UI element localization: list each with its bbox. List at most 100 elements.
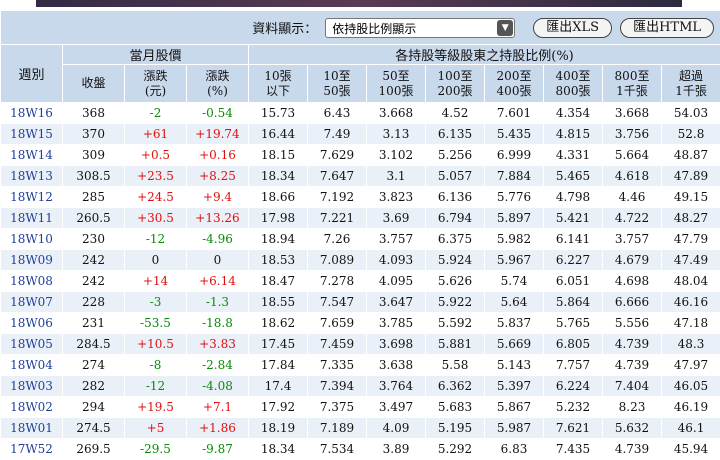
holding-ratio-cell: 3.668 bbox=[367, 103, 426, 124]
holding-ratio-cell: 5.867 bbox=[485, 397, 544, 418]
price-change-cell: -12 bbox=[125, 376, 187, 397]
column-header-line2: 1千張 bbox=[603, 84, 661, 99]
export-html-button[interactable]: 匯出HTML bbox=[620, 18, 714, 38]
holding-ratio-cell: 4.618 bbox=[603, 166, 662, 187]
column-header-line2: (%) bbox=[187, 84, 248, 99]
price-change-cell: -12 bbox=[125, 229, 187, 250]
holding-ratio-cell: 18.53 bbox=[249, 250, 308, 271]
holding-ratio-cell: 6.83 bbox=[485, 439, 544, 460]
column-header: 漲跌(%) bbox=[187, 65, 249, 103]
week-link[interactable]: 18W15 bbox=[1, 124, 63, 145]
holding-ratio-cell: 46.16 bbox=[662, 292, 720, 313]
holding-ratio-cell: 4.09 bbox=[367, 418, 426, 439]
close-price-cell: 274 bbox=[63, 355, 125, 376]
column-header-line1: 800至 bbox=[603, 69, 661, 84]
week-link[interactable]: 18W12 bbox=[1, 187, 63, 208]
week-link[interactable]: 18W10 bbox=[1, 229, 63, 250]
week-link[interactable]: 18W06 bbox=[1, 313, 63, 334]
holding-ratio-cell: 3.497 bbox=[367, 397, 426, 418]
price-change-pct-cell: +3.83 bbox=[187, 334, 249, 355]
top-banner-strip bbox=[36, 0, 682, 7]
holding-ratio-cell: 4.093 bbox=[367, 250, 426, 271]
holding-ratio-cell: 7.629 bbox=[308, 145, 367, 166]
week-link[interactable]: 18W13 bbox=[1, 166, 63, 187]
holding-ratio-header: 各持股等級股東之持股比例(%) bbox=[249, 45, 720, 65]
display-mode-select[interactable]: 依持股比例顯示 ▼ bbox=[325, 18, 515, 38]
week-link[interactable]: 18W16 bbox=[1, 103, 63, 124]
price-change-cell: +24.5 bbox=[125, 187, 187, 208]
holding-ratio-cell: 5.664 bbox=[603, 145, 662, 166]
holding-ratio-cell: 7.192 bbox=[308, 187, 367, 208]
holding-ratio-cell: 3.13 bbox=[367, 124, 426, 145]
holding-ratio-cell: 5.922 bbox=[426, 292, 485, 313]
week-link[interactable]: 18W08 bbox=[1, 271, 63, 292]
chevron-down-icon[interactable]: ▼ bbox=[497, 20, 513, 36]
price-change-cell: +14 bbox=[125, 271, 187, 292]
close-price-cell: 368 bbox=[63, 103, 125, 124]
column-header-line1: 100至 bbox=[426, 69, 484, 84]
holding-ratio-cell: 7.534 bbox=[308, 439, 367, 460]
holding-ratio-cell: 15.73 bbox=[249, 103, 308, 124]
monthly-price-header: 當月股價 bbox=[63, 45, 249, 65]
holding-ratio-cell: 7.404 bbox=[603, 376, 662, 397]
week-link[interactable]: 18W04 bbox=[1, 355, 63, 376]
holding-ratio-cell: 5.924 bbox=[426, 250, 485, 271]
holding-ratio-cell: 46.1 bbox=[662, 418, 720, 439]
holding-ratio-cell: 18.94 bbox=[249, 229, 308, 250]
holding-ratio-cell: 3.89 bbox=[367, 439, 426, 460]
column-header-line2: 50張 bbox=[308, 84, 366, 99]
price-change-pct-cell: -2.84 bbox=[187, 355, 249, 376]
holding-ratio-cell: 4.798 bbox=[544, 187, 603, 208]
week-link[interactable]: 18W03 bbox=[1, 376, 63, 397]
holding-ratio-cell: 4.815 bbox=[544, 124, 603, 145]
table-row: 18W16368-2-0.5415.736.433.6684.527.6014.… bbox=[1, 103, 720, 124]
week-link[interactable]: 18W05 bbox=[1, 334, 63, 355]
holding-ratio-cell: 5.897 bbox=[485, 208, 544, 229]
price-change-pct-cell: +0.16 bbox=[187, 145, 249, 166]
week-link[interactable]: 18W09 bbox=[1, 250, 63, 271]
week-link[interactable]: 18W07 bbox=[1, 292, 63, 313]
holding-ratio-cell: 3.668 bbox=[603, 103, 662, 124]
holding-ratio-cell: 6.43 bbox=[308, 103, 367, 124]
table-row: 18W092420018.537.0894.0935.9245.9676.227… bbox=[1, 250, 720, 271]
price-change-pct-cell: +8.25 bbox=[187, 166, 249, 187]
holding-ratio-cell: 7.49 bbox=[308, 124, 367, 145]
holding-ratio-cell: 18.15 bbox=[249, 145, 308, 166]
week-header: 週別 bbox=[1, 45, 63, 103]
holding-ratio-cell: 5.987 bbox=[485, 418, 544, 439]
table-row: 18W03282-12-4.0817.47.3943.7646.3625.397… bbox=[1, 376, 720, 397]
close-price-cell: 260.5 bbox=[63, 208, 125, 229]
week-link[interactable]: 18W01 bbox=[1, 418, 63, 439]
close-price-cell: 285 bbox=[63, 187, 125, 208]
column-header-line2: (元) bbox=[125, 84, 186, 99]
column-header-line1: 200至 bbox=[485, 69, 543, 84]
holding-ratio-cell: 4.331 bbox=[544, 145, 603, 166]
close-price-cell: 308.5 bbox=[63, 166, 125, 187]
holding-ratio-cell: 45.94 bbox=[662, 439, 720, 460]
holding-ratio-cell: 6.051 bbox=[544, 271, 603, 292]
holding-ratio-cell: 6.136 bbox=[426, 187, 485, 208]
holding-ratio-cell: 18.47 bbox=[249, 271, 308, 292]
holding-ratio-cell: 17.92 bbox=[249, 397, 308, 418]
week-link[interactable]: 18W02 bbox=[1, 397, 63, 418]
holding-ratio-cell: 7.547 bbox=[308, 292, 367, 313]
holding-ratio-cell: 7.278 bbox=[308, 271, 367, 292]
holding-ratio-cell: 47.49 bbox=[662, 250, 720, 271]
holding-ratio-cell: 6.375 bbox=[426, 229, 485, 250]
holding-ratio-cell: 7.089 bbox=[308, 250, 367, 271]
holding-ratio-cell: 17.45 bbox=[249, 334, 308, 355]
export-xls-button[interactable]: 匯出XLS bbox=[533, 18, 612, 38]
holding-ratio-cell: 47.97 bbox=[662, 355, 720, 376]
price-change-cell: +30.5 bbox=[125, 208, 187, 229]
price-change-pct-cell: +1.86 bbox=[187, 418, 249, 439]
holding-ratio-cell: 4.722 bbox=[603, 208, 662, 229]
week-link[interactable]: 17W52 bbox=[1, 439, 63, 460]
table-row: 18W04274-8-2.8417.847.3353.6385.585.1437… bbox=[1, 355, 720, 376]
holding-ratio-cell: 6.224 bbox=[544, 376, 603, 397]
week-link[interactable]: 18W11 bbox=[1, 208, 63, 229]
display-mode-value: 依持股比例顯示 bbox=[332, 22, 416, 36]
holding-ratio-cell: 5.421 bbox=[544, 208, 603, 229]
holding-ratio-cell: 5.465 bbox=[544, 166, 603, 187]
week-link[interactable]: 18W14 bbox=[1, 145, 63, 166]
holding-ratio-cell: 4.739 bbox=[603, 439, 662, 460]
